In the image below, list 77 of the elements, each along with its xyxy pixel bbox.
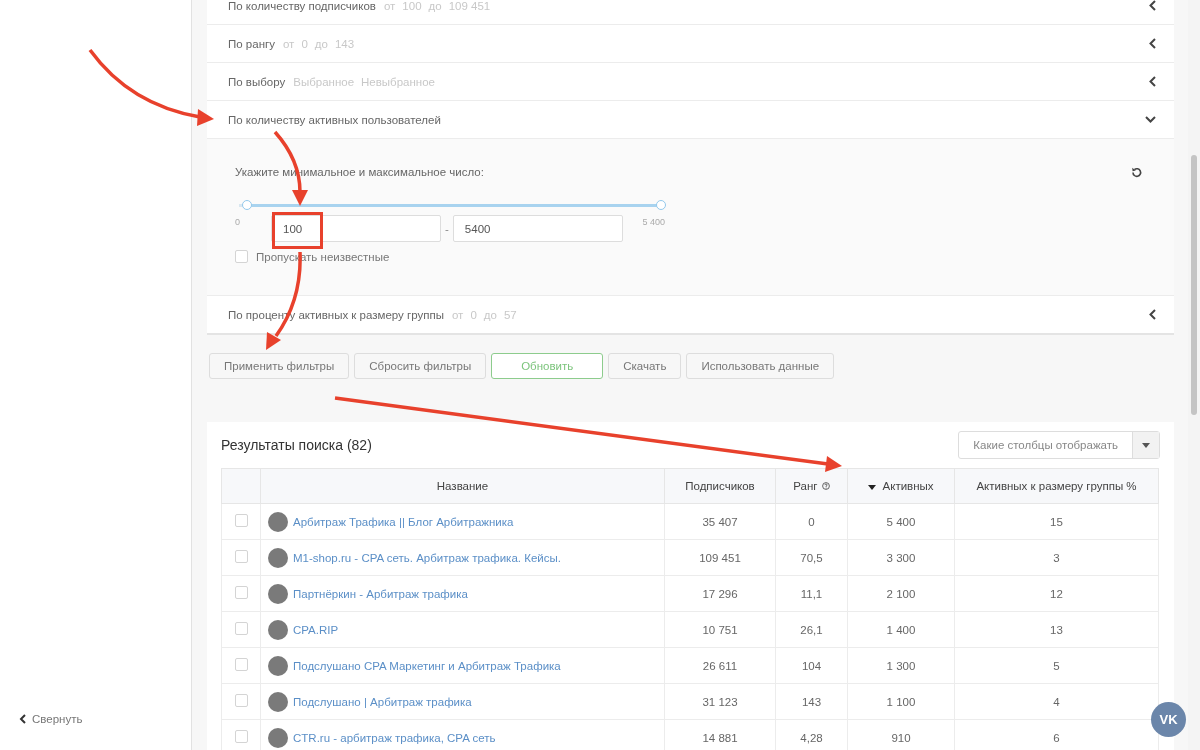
row-checkbox[interactable] bbox=[234, 658, 248, 671]
avatar-placeholder bbox=[268, 583, 288, 604]
row-checkbox[interactable] bbox=[234, 550, 248, 563]
sort-icon bbox=[868, 485, 877, 490]
action-button[interactable]: Применить фильтры bbox=[209, 353, 350, 379]
filter-label: По количеству подписчиков bbox=[228, 0, 376, 12]
table-cell: 109 451 bbox=[664, 539, 776, 576]
min-input-field[interactable]: 100 bbox=[271, 215, 441, 242]
checkbox[interactable] bbox=[235, 250, 248, 263]
table-cell: 26 611 bbox=[664, 647, 776, 684]
table-cell: 10 751 bbox=[664, 611, 776, 648]
column-header[interactable]: Активных к размеру группы % bbox=[954, 468, 1159, 504]
chevron-left-icon bbox=[19, 714, 26, 724]
slider-max-label: 5 400 bbox=[642, 217, 665, 227]
max-input-field[interactable]: 5400 bbox=[452, 215, 623, 242]
caret-icon bbox=[1142, 442, 1150, 448]
chevron-left-icon bbox=[1149, 38, 1156, 49]
row-checkbox[interactable] bbox=[234, 694, 248, 707]
filter-label: По выбору bbox=[228, 75, 286, 88]
table-cell: 70,5 bbox=[775, 539, 848, 576]
row-checkbox[interactable] bbox=[234, 586, 248, 599]
column-header[interactable]: Ранг bbox=[775, 468, 848, 504]
table-cell: 11,1 bbox=[775, 575, 848, 612]
avatar-placeholder bbox=[268, 727, 288, 748]
avatar-placeholder bbox=[268, 619, 288, 640]
range-separator: - bbox=[445, 222, 449, 235]
action-button[interactable]: Использовать данные bbox=[686, 353, 835, 379]
group-link[interactable]: Подслушано | Арбитраж трафика bbox=[293, 695, 472, 708]
column-header[interactable]: Название bbox=[260, 468, 665, 504]
avatar-placeholder bbox=[268, 547, 288, 568]
avatar-placeholder bbox=[268, 511, 288, 532]
row-checkbox[interactable] bbox=[234, 730, 248, 743]
row-checkbox[interactable] bbox=[234, 622, 248, 635]
results-title: Результаты поиска (82) bbox=[221, 437, 372, 453]
table-cell: 1 300 bbox=[847, 647, 955, 684]
filter-label: По рангу bbox=[228, 37, 275, 50]
action-button[interactable]: Сбросить фильтры bbox=[354, 353, 487, 379]
table-cell: 1 100 bbox=[847, 683, 955, 720]
group-link[interactable]: Партнёркин - Арбитраж трафика bbox=[293, 587, 468, 600]
avatar-placeholder bbox=[268, 691, 288, 712]
table-cell: 3 bbox=[954, 539, 1159, 576]
annotation-frame bbox=[272, 212, 323, 249]
reset-icon[interactable] bbox=[1131, 166, 1142, 178]
table-cell: 143 bbox=[775, 683, 848, 720]
slider-thumb[interactable] bbox=[656, 200, 666, 210]
column-header[interactable]: Подписчиков bbox=[664, 468, 776, 504]
chevron-left-icon bbox=[1149, 0, 1156, 11]
scrollbar-thumb[interactable] bbox=[1191, 155, 1197, 415]
row-checkbox[interactable] bbox=[234, 514, 248, 527]
slider-thumb[interactable] bbox=[242, 200, 253, 210]
table-cell: 17 296 bbox=[664, 575, 776, 612]
avatar-placeholder bbox=[268, 655, 288, 676]
columns-dropdown[interactable]: Какие столбцы отображать bbox=[958, 431, 1160, 459]
chevron-down-icon bbox=[1145, 116, 1156, 123]
table-cell: 13 bbox=[954, 611, 1159, 648]
table-cell: 15 bbox=[954, 503, 1159, 540]
table-cell: 5 400 bbox=[847, 503, 955, 540]
table-cell: 104 bbox=[775, 647, 848, 684]
table-cell: 1 400 bbox=[847, 611, 955, 648]
table-cell: 31 123 bbox=[664, 683, 776, 720]
chevron-left-icon bbox=[1149, 309, 1156, 320]
group-link[interactable]: Арбитраж Трафика || Блог Арбитражника bbox=[293, 515, 514, 528]
action-button[interactable]: Скачать bbox=[608, 353, 682, 379]
collapse-link[interactable]: Свернуть bbox=[19, 713, 83, 725]
chevron-left-icon bbox=[1149, 76, 1156, 87]
table-cell: 35 407 bbox=[664, 503, 776, 540]
help-icon bbox=[821, 482, 830, 490]
column-header[interactable]: Активных bbox=[847, 468, 955, 504]
table-cell: 5 bbox=[954, 647, 1159, 684]
group-link[interactable]: CPA.RIP bbox=[293, 623, 339, 636]
slider-min-label: 0 bbox=[235, 217, 240, 227]
table-cell: 3 300 bbox=[847, 539, 955, 576]
table-cell: 0 bbox=[775, 503, 848, 540]
table-cell: 2 100 bbox=[847, 575, 955, 612]
filter-label: По количеству активных пользователей bbox=[228, 113, 441, 126]
table-cell: 26,1 bbox=[775, 611, 848, 648]
table-cell: 12 bbox=[954, 575, 1159, 612]
